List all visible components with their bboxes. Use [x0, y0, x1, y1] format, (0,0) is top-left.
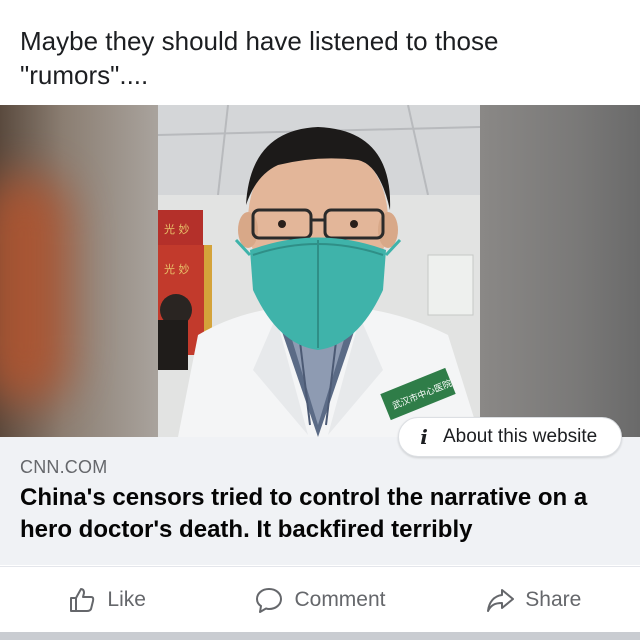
like-label: Like — [107, 587, 146, 611]
post-text: Maybe they should have listened to those… — [20, 26, 499, 90]
about-this-website-label: About this website — [443, 426, 598, 447]
doctor-photo: 光 妙 光 妙 武汉市中心医院 — [158, 105, 480, 437]
link-headline[interactable]: China's censors tried to control the nar… — [20, 482, 630, 546]
link-domain: CNN.COM — [20, 457, 108, 477]
share-button[interactable]: Share — [427, 567, 640, 632]
link-image[interactable]: 光 妙 光 妙 武汉市中心医院 — [0, 105, 640, 437]
comment-button[interactable]: Comment — [213, 567, 426, 632]
about-this-website-button[interactable]: i About this website — [398, 417, 622, 457]
blurred-background-left — [0, 105, 158, 437]
comment-label: Comment — [294, 587, 386, 611]
blurred-background-right — [480, 105, 640, 437]
info-icon: i — [420, 425, 428, 449]
share-label: Share — [525, 587, 582, 611]
svg-text:光 妙: 光 妙 — [164, 222, 190, 236]
svg-text:光 妙: 光 妙 — [164, 262, 190, 276]
speech-bubble-icon — [256, 587, 283, 613]
post-actions-bar: Like Comment Share — [0, 566, 640, 632]
thumbs-up-icon — [70, 587, 95, 612]
like-button[interactable]: Like — [0, 567, 213, 632]
share-arrow-icon — [487, 588, 515, 612]
doctor-selfie-illustration: 光 妙 光 妙 武汉市中心医院 — [158, 105, 480, 437]
bottom-divider — [0, 632, 640, 640]
